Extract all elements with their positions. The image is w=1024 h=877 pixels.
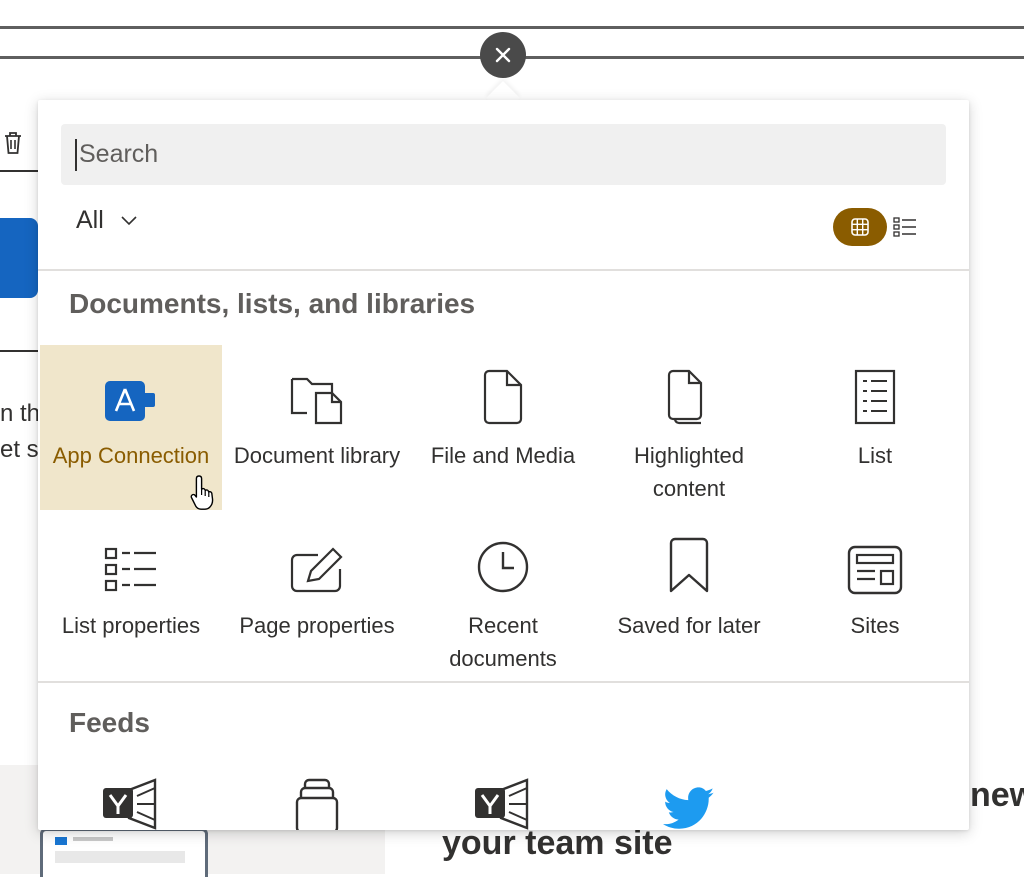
document-library-icon [290,377,343,425]
background-thumbnail [40,828,208,877]
grid-view-button[interactable] [833,208,887,246]
web-part-tile-document-library[interactable]: Document library [226,345,408,472]
page-properties-icon [290,547,343,593]
app-connection-icon [105,381,155,421]
file-icon [483,369,523,425]
web-part-tile-yammer-conversations[interactable] [412,760,594,830]
clock-icon [477,541,529,593]
web-part-tile-list-properties[interactable]: List properties [40,515,222,642]
background-app-icon [0,218,38,298]
tile-label: Highlighted content [633,443,745,501]
tile-label: List properties [61,613,201,638]
list-view-button[interactable] [891,208,919,246]
tile-label: List [857,443,893,468]
section-title: Feeds [69,707,150,738]
tile-label: Page properties [239,613,395,638]
background-text-line: n th [0,400,41,427]
list-properties-icon [104,547,156,592]
web-part-tile-news-feed[interactable] [226,760,408,830]
trash-icon[interactable] [2,130,24,156]
view-toggle [833,208,919,246]
category-filter-dropdown[interactable]: All [76,206,138,235]
tile-label: Saved for later [617,613,761,638]
category-filter-value: All [76,206,104,234]
tile-label: File and Media [430,443,576,468]
chevron-down-icon [121,215,137,225]
web-part-tile-yammer-feed[interactable] [40,760,222,830]
grid-view-icon [851,218,869,236]
twitter-icon [663,787,715,829]
close-icon [495,47,511,63]
tile-label: App Connection [52,443,210,468]
top-rule [0,26,1024,29]
bookmark-icon [669,537,709,593]
news-stack-icon [295,778,339,830]
toolbar-underline [0,170,38,172]
tile-label: Document library [233,443,401,468]
web-part-tile-twitter[interactable] [598,760,780,830]
web-part-tile-file-and-media[interactable]: File and Media [412,345,594,472]
background-divider [0,350,38,352]
list-icon [854,369,896,425]
section-divider [38,269,969,271]
tile-label: Sites [850,613,900,638]
background-heading-fragment: new [970,776,1024,814]
search-input[interactable] [77,123,946,186]
web-part-picker: All Documents, lists, and libraries [38,100,969,830]
hand-pointer-icon [190,475,214,510]
web-part-tile-sites[interactable]: Sites [784,515,966,642]
background-text-line: et s [0,436,39,463]
yammer-icon [103,778,157,830]
highlighted-content-icon [667,369,703,425]
yammer-icon [475,778,529,830]
web-part-tile-recent-documents[interactable]: Recent documents [412,515,594,675]
section-divider [38,681,969,683]
web-part-tile-list[interactable]: List [784,345,966,472]
search-box[interactable] [61,123,946,186]
web-part-tile-highlighted-content[interactable]: Highlighted content [598,345,780,505]
tile-label: Recent documents [449,613,557,671]
list-view-icon [893,217,916,237]
section-title: Documents, lists, and libraries [69,288,476,319]
close-button[interactable] [480,32,526,78]
web-part-tile-page-properties[interactable]: Page properties [226,515,408,642]
web-part-tile-saved-for-later[interactable]: Saved for later [598,515,780,642]
text-caret [75,139,77,171]
sites-icon [847,545,903,595]
